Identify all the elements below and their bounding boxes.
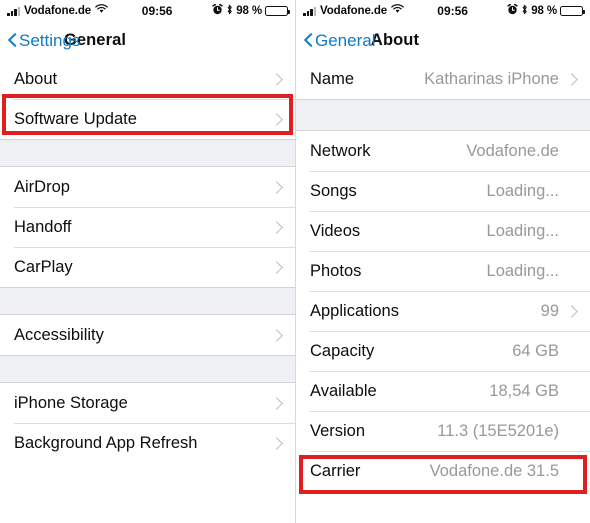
row-label: Network [310,141,371,160]
battery-percent-label: 98 % [531,5,557,17]
carrier-label: Vodafone.de [320,5,388,17]
group-separator [0,287,295,315]
back-button-label: General [315,30,376,50]
status-bar: Vodafone.de 09:56 98 % [0,0,295,22]
group-separator [0,139,295,167]
row-value: Vodafone.de [466,141,559,160]
status-bar-right: 98 % [212,3,290,19]
row-value: Katharinas iPhone [424,69,559,88]
signal-bars-icon [303,6,316,16]
left-phone-screenshot: Vodafone.de 09:56 98 % Settings General … [0,0,295,523]
row-label: Background App Refresh [14,433,198,452]
list-item-airdrop[interactable]: AirDrop [0,167,295,207]
status-bar-right: 98 % [507,3,585,19]
chevron-right-icon [271,112,285,126]
list-item-carrier: Carrier Vodafone.de 31.5 [296,451,590,491]
status-bar-time: 09:56 [141,4,173,18]
row-label: CarPlay [14,257,73,276]
carrier-label: Vodafone.de [24,5,92,17]
row-value: Loading... [486,181,559,200]
list-item-background-app-refresh[interactable]: Background App Refresh [0,423,295,463]
row-label: Software Update [14,109,137,128]
about-list: Name Katharinas iPhone Network Vodafone.… [296,59,590,491]
chevron-right-icon [271,396,285,410]
status-bar-left: Vodafone.de [7,4,108,18]
list-item-applications[interactable]: Applications 99 [296,291,590,331]
list-item-available: Available 18,54 GB [296,371,590,411]
row-label: Carrier [310,461,361,480]
list-item-photos: Photos Loading... [296,251,590,291]
battery-full-icon [560,6,585,16]
row-label: Handoff [14,217,72,236]
wifi-icon [95,4,108,18]
row-label: About [14,69,58,88]
list-item-capacity: Capacity 64 GB [296,331,590,371]
list-item-name[interactable]: Name Katharinas iPhone [296,59,590,99]
list-item-network: Network Vodafone.de [296,131,590,171]
list-item-handoff[interactable]: Handoff [0,207,295,247]
row-value: 11.3 (15E5201e) [437,421,559,440]
list-item-version: Version 11.3 (15E5201e) [296,411,590,451]
row-label: AirDrop [14,177,70,196]
row-value: Loading... [486,261,559,280]
row-label: Photos [310,261,362,280]
row-label: Name [310,69,355,88]
row-label: Accessibility [14,325,104,344]
signal-bars-icon [7,6,20,16]
list-item-songs: Songs Loading... [296,171,590,211]
chevron-right-icon [271,220,285,234]
navigation-bar: Settings General [0,22,295,59]
row-label: Videos [310,221,361,240]
status-bar-time: 09:56 [437,4,468,18]
chevron-right-icon [271,180,285,194]
wifi-icon [391,4,404,18]
list-item-accessibility[interactable]: Accessibility [0,315,295,355]
bluetooth-icon [226,4,233,19]
chevron-left-icon [8,33,17,48]
row-label: Capacity [310,341,375,360]
row-label: Applications [310,301,399,320]
dual-screenshot-container: Vodafone.de 09:56 98 % Settings General … [0,0,590,523]
battery-full-icon [265,6,290,16]
row-value: Loading... [486,221,559,240]
row-label: Songs [310,181,357,200]
chevron-right-icon [271,328,285,342]
chevron-left-icon [304,33,313,48]
list-item-carplay[interactable]: CarPlay [0,247,295,287]
back-button[interactable]: Settings [8,31,80,51]
group-separator [0,355,295,383]
row-label: Version [310,421,366,440]
status-bar-left: Vodafone.de [303,4,404,18]
settings-list: About Software Update AirDrop Handoff Ca… [0,59,295,463]
list-item-videos: Videos Loading... [296,211,590,251]
group-separator [296,99,590,131]
chevron-right-icon [271,436,285,450]
chevron-right-icon [271,72,285,86]
bluetooth-icon [521,4,528,19]
right-phone-screenshot: Vodafone.de 09:56 98 % General About Nam… [295,0,590,523]
back-button[interactable]: General [304,31,375,51]
chevron-right-icon [271,260,285,274]
row-value: 99 [540,301,559,320]
row-label: Available [310,381,377,400]
chevron-right-icon [566,72,580,86]
navigation-bar: General About [296,22,590,59]
battery-percent-label: 98 % [236,5,262,17]
alarm-clock-icon [212,3,223,19]
list-item-software-update[interactable]: Software Update [0,99,295,139]
status-bar: Vodafone.de 09:56 98 % [296,0,590,22]
back-button-label: Settings [19,30,81,50]
list-item-iphone-storage[interactable]: iPhone Storage [0,383,295,423]
row-value: Vodafone.de 31.5 [429,461,559,480]
alarm-clock-icon [507,3,518,19]
chevron-right-icon [566,304,580,318]
row-value: 18,54 GB [489,381,559,400]
row-label: iPhone Storage [14,393,128,412]
row-value: 64 GB [512,341,559,360]
list-item-about[interactable]: About [0,59,295,99]
